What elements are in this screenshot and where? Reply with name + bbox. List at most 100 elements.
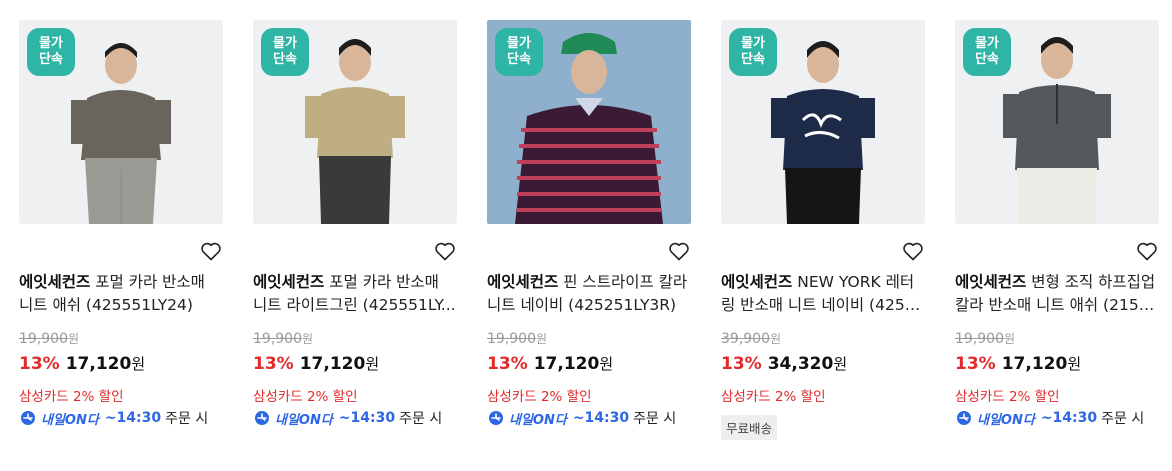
sale-price-value: 17,120: [65, 354, 132, 374]
wishlist-heart-icon[interactable]: [433, 239, 457, 263]
product-image[interactable]: 물가 단속: [955, 20, 1159, 224]
badge-line2: 단속: [39, 52, 63, 67]
sale-price-unit: 원: [599, 355, 614, 373]
wishlist-heart-icon[interactable]: [1135, 239, 1159, 263]
wishlist-heart-icon[interactable]: [901, 239, 925, 263]
free-shipping-badge: 무료배송: [721, 415, 778, 440]
product-card[interactable]: 물가 단속 에잇세컨즈 NEW YORK 레터 링 반소매 니트 네이비 (42…: [721, 20, 931, 450]
badge-line2: 단속: [507, 52, 531, 67]
delivery-time: ~14:30: [1040, 410, 1098, 426]
product-grid: 물가 단속 에잇세컨즈 포멀 카라 반소매 니트 애쉬 (425551LY24)…: [0, 0, 1172, 471]
wishlist-heart-icon[interactable]: [667, 239, 691, 263]
product-brand: 에잇세컨즈: [955, 273, 1027, 291]
sale-price-value: 17,120: [1001, 354, 1068, 374]
product-brand: 에잇세컨즈: [19, 273, 91, 291]
delivery-truck-icon: [253, 410, 275, 426]
delivery-brand: 내일ON다: [977, 412, 1035, 428]
sale-price-value: 17,120: [533, 354, 600, 374]
delivery-info: 내일ON다 ~14:30 주문 시: [253, 408, 442, 428]
sale-price: 13% 17,120원: [487, 353, 613, 374]
badge-line2: 단속: [273, 52, 297, 67]
discount-rate: 13%: [721, 354, 762, 374]
product-image[interactable]: 물가 단속: [487, 20, 691, 224]
delivery-brand: 내일ON다: [41, 412, 99, 428]
price-crackdown-badge: 물가 단속: [495, 28, 543, 76]
discount-rate: 13%: [19, 354, 60, 374]
original-price: 19,900원: [19, 330, 79, 347]
delivery-time: ~14:30: [338, 410, 396, 426]
delivery-time: ~14:30: [572, 410, 630, 426]
delivery-info: 내일ON다 ~14:30 주문 시: [19, 408, 208, 428]
price-crackdown-badge: 물가 단속: [963, 28, 1011, 76]
original-price-value: 39,900: [721, 331, 770, 347]
original-price-value: 19,900: [955, 331, 1004, 347]
product-brand: 에잇세컨즈: [253, 273, 325, 291]
product-title[interactable]: 에잇세컨즈 핀 스트라이프 칼라 니트 네이비 (425251LY3R): [487, 271, 692, 317]
original-price-unit: 원: [302, 332, 314, 346]
sale-price: 13% 17,120원: [19, 353, 145, 374]
original-price-value: 19,900: [253, 331, 302, 347]
discount-rate: 13%: [487, 354, 528, 374]
badge-line2: 단속: [975, 52, 999, 67]
card-discount: 삼성카드 2% 할인: [253, 389, 358, 405]
delivery-truck-icon: [487, 410, 509, 426]
product-name-line2: 니트 라이트그린 (425551LY...: [253, 296, 456, 314]
product-name-line2: 니트 애쉬 (425551LY24): [19, 296, 193, 314]
sale-price-unit: 원: [833, 355, 848, 373]
delivery-time: ~14:30: [104, 410, 162, 426]
product-image[interactable]: 물가 단속: [19, 20, 223, 224]
card-discount: 삼성카드 2% 할인: [487, 389, 592, 405]
product-name-line1: NEW YORK 레터: [797, 273, 915, 291]
original-price: 19,900원: [487, 330, 547, 347]
product-card[interactable]: 물가 단속 에잇세컨즈 포멀 카라 반소매 니트 애쉬 (425551LY24)…: [19, 20, 229, 450]
discount-rate: 13%: [955, 354, 996, 374]
badge-line2: 단속: [741, 52, 765, 67]
original-price: 19,900원: [253, 330, 313, 347]
delivery-info: 내일ON다 ~14:30 주문 시: [955, 408, 1144, 428]
card-discount: 삼성카드 2% 할인: [19, 389, 124, 405]
product-title[interactable]: 에잇세컨즈 변형 조직 하프집업 칼라 반소매 니트 애쉬 (2154...: [955, 271, 1160, 317]
product-name-line1: 변형 조직 하프집업: [1031, 273, 1156, 291]
delivery-brand: 내일ON다: [509, 412, 567, 428]
product-image[interactable]: 물가 단속: [253, 20, 457, 224]
sale-price-value: 17,120: [299, 354, 366, 374]
product-title[interactable]: 에잇세컨즈 포멀 카라 반소매 니트 애쉬 (425551LY24): [19, 271, 224, 317]
product-name-line1: 포멀 카라 반소매: [329, 273, 439, 291]
delivery-suffix: 주문 시: [1101, 411, 1145, 427]
original-price-unit: 원: [1004, 332, 1016, 346]
product-image[interactable]: 물가 단속: [721, 20, 925, 224]
original-price-unit: 원: [770, 332, 782, 346]
badge-line1: 물가: [741, 36, 765, 51]
delivery-suffix: 주문 시: [633, 411, 677, 427]
sale-price-value: 34,320: [767, 354, 834, 374]
product-card[interactable]: 물가 단속 에잇세컨즈 핀 스트라이프 칼라 니트 네이비 (425251LY3…: [487, 20, 697, 450]
product-name-line2: 니트 네이비 (425251LY3R): [487, 296, 677, 314]
original-price-unit: 원: [536, 332, 548, 346]
original-price-value: 19,900: [19, 331, 68, 347]
product-name-line1: 포멀 카라 반소매: [95, 273, 205, 291]
badge-line1: 물가: [39, 36, 63, 51]
product-title[interactable]: 에잇세컨즈 포멀 카라 반소매 니트 라이트그린 (425551LY...: [253, 271, 458, 317]
price-crackdown-badge: 물가 단속: [729, 28, 777, 76]
product-card[interactable]: 물가 단속 에잇세컨즈 포멀 카라 반소매 니트 라이트그린 (425551LY…: [253, 20, 463, 450]
price-crackdown-badge: 물가 단속: [261, 28, 309, 76]
sale-price-unit: 원: [365, 355, 380, 373]
sale-price: 13% 34,320원: [721, 353, 847, 374]
product-card[interactable]: 물가 단속 에잇세컨즈 변형 조직 하프집업 칼라 반소매 니트 애쉬 (215…: [955, 20, 1165, 450]
product-name-line2: 링 반소매 니트 네이비 (4255...: [721, 296, 926, 314]
badge-line1: 물가: [273, 36, 297, 51]
delivery-suffix: 주문 시: [399, 411, 443, 427]
product-brand: 에잇세컨즈: [721, 273, 793, 291]
sale-price-unit: 원: [1067, 355, 1082, 373]
sale-price: 13% 17,120원: [253, 353, 379, 374]
delivery-info: 내일ON다 ~14:30 주문 시: [487, 408, 676, 428]
sale-price-unit: 원: [131, 355, 146, 373]
original-price: 39,900원: [721, 330, 781, 347]
wishlist-heart-icon[interactable]: [199, 239, 223, 263]
product-name-line2: 칼라 반소매 니트 애쉬 (2154...: [955, 296, 1160, 314]
price-crackdown-badge: 물가 단속: [27, 28, 75, 76]
original-price-unit: 원: [68, 332, 80, 346]
delivery-brand: 내일ON다: [275, 412, 333, 428]
card-discount: 삼성카드 2% 할인: [955, 389, 1060, 405]
product-title[interactable]: 에잇세컨즈 NEW YORK 레터 링 반소매 니트 네이비 (4255...: [721, 271, 926, 317]
